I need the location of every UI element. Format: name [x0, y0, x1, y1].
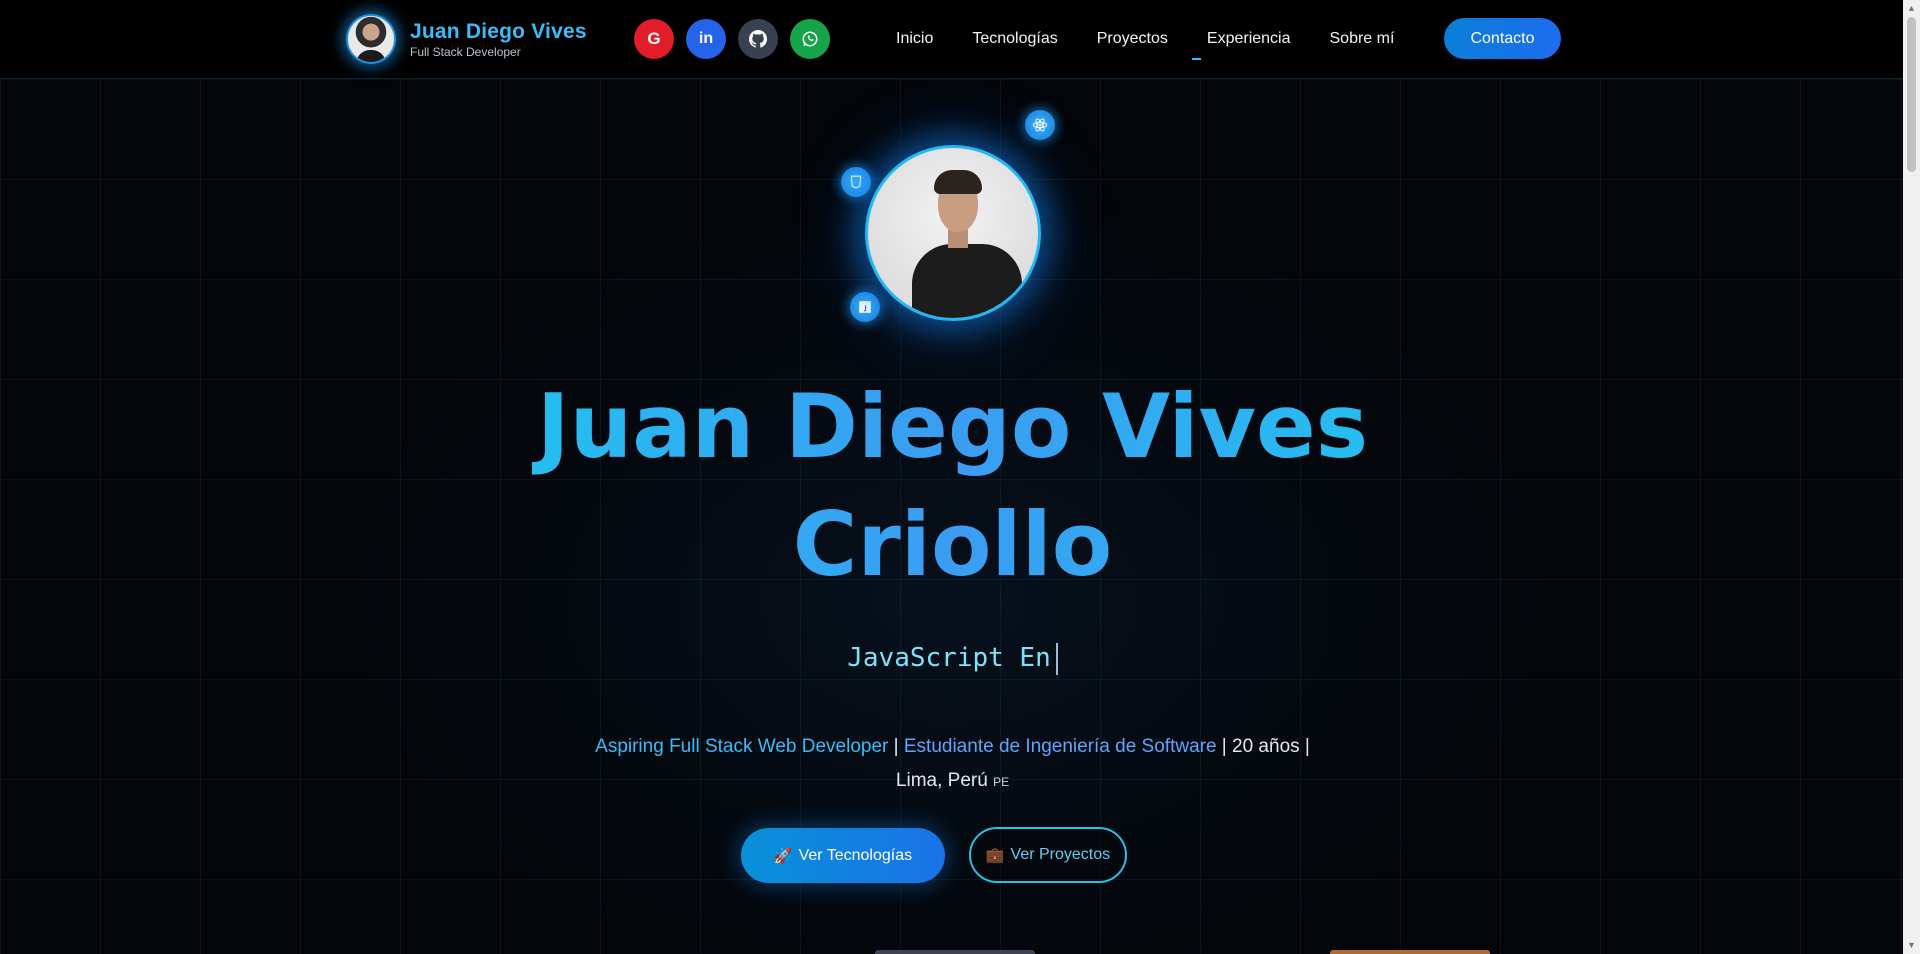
- next-section-card: [1330, 950, 1490, 954]
- main-nav: Inicio Tecnologías Proyectos Experiencia…: [896, 18, 1433, 60]
- brand-name: Juan Diego Vives: [410, 19, 587, 43]
- nav-experiencia[interactable]: Experiencia: [1191, 30, 1291, 60]
- nav-sobre-mi[interactable]: Sobre mí: [1330, 30, 1395, 48]
- brand[interactable]: Juan Diego Vives Full Stack Developer: [346, 14, 587, 64]
- hero-name-line2: Criollo: [792, 493, 1113, 596]
- briefcase-icon: 💼: [985, 847, 1005, 864]
- brand-avatar: [346, 14, 396, 64]
- view-technologies-label: Ver Tecnologías: [798, 846, 913, 864]
- whatsapp-icon[interactable]: [790, 19, 830, 59]
- nav-tecnologias[interactable]: Tecnologías: [972, 30, 1057, 48]
- google-icon[interactable]: G: [634, 19, 674, 59]
- tagline-study: Estudiante de Ingeniería de Software: [903, 736, 1217, 757]
- tagline-separator: |: [888, 736, 904, 757]
- scrollbar[interactable]: ▲ ▼: [1903, 0, 1920, 954]
- flag-icon: PE: [993, 775, 1010, 789]
- page: Juan Diego Vives Full Stack Developer G …: [0, 0, 1920, 954]
- brand-role: Full Stack Developer: [410, 44, 521, 59]
- github-icon[interactable]: [738, 19, 778, 59]
- tagline-location: Lima, Perú: [895, 770, 988, 791]
- linkedin-icon[interactable]: in: [686, 19, 726, 59]
- view-technologies-button[interactable]: 🚀 Ver Tecnologías: [741, 828, 945, 883]
- view-projects-label: Ver Proyectos: [1010, 846, 1111, 863]
- scroll-down-icon[interactable]: ▼: [1903, 937, 1920, 954]
- typed-text: JavaScript En: [760, 638, 1145, 678]
- social-links: G in: [634, 19, 830, 59]
- nav-inicio[interactable]: Inicio: [896, 30, 933, 48]
- next-section-card: [875, 950, 1035, 954]
- hero-tagline: Aspiring Full Stack Web Developer | Estu…: [560, 730, 1345, 799]
- typed-text-value: JavaScript En: [847, 643, 1051, 673]
- hero-avatar: [865, 145, 1041, 321]
- view-projects-button[interactable]: 💼 Ver Proyectos: [969, 827, 1127, 883]
- typing-caret: [1055, 642, 1058, 675]
- hero-name: Juan Diego Vives Criollo: [460, 368, 1445, 604]
- nav-proyectos[interactable]: Proyectos: [1097, 30, 1168, 48]
- react-icon: [1025, 110, 1055, 140]
- hero-name-line1: Juan Diego Vives: [536, 375, 1369, 478]
- site-header: Juan Diego Vives Full Stack Developer G …: [0, 0, 1903, 79]
- scrollbar-thumb[interactable]: [1907, 17, 1916, 172]
- contact-button[interactable]: Contacto: [1444, 18, 1561, 59]
- rocket-icon: 🚀: [773, 847, 793, 865]
- tagline-age: | 20 años |: [1216, 736, 1310, 757]
- scroll-up-icon[interactable]: ▲: [1903, 0, 1920, 17]
- tagline-role: Aspiring Full Stack Web Developer: [595, 736, 889, 757]
